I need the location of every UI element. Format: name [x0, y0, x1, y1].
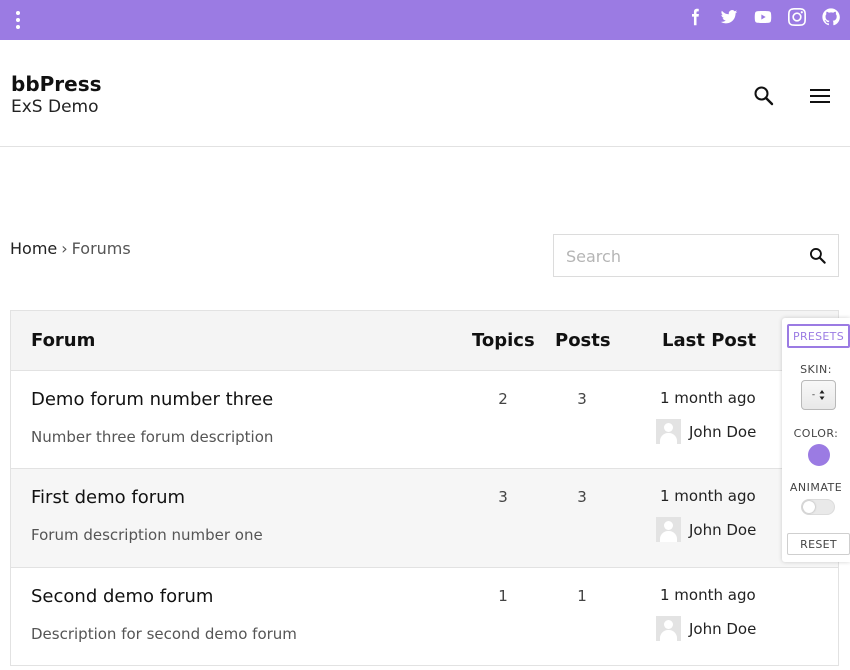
forum-description: Forum description number one [31, 526, 263, 544]
youtube-icon[interactable] [754, 8, 772, 26]
author-name[interactable]: John Doe [689, 620, 756, 638]
topic-count: 2 [498, 390, 508, 408]
site-description: ExS Demo [11, 97, 99, 117]
animate-label: ANIMATE [789, 481, 843, 494]
avatar[interactable] [656, 419, 681, 444]
theme-customizer-panel: PRESETS SKIN: - COLOR: ANIMATE RESET [782, 318, 850, 562]
avatar[interactable] [656, 517, 681, 542]
breadcrumb-current: Forums [71, 239, 131, 258]
color-swatch[interactable] [808, 444, 830, 466]
vertical-dots-icon[interactable] [8, 7, 28, 33]
avatar[interactable] [656, 616, 681, 641]
forum-search-box [553, 234, 839, 277]
forum-title-link[interactable]: First demo forum [31, 487, 185, 508]
top-bar [0, 0, 850, 40]
site-title[interactable]: bbPress [11, 72, 102, 96]
last-post-time-link[interactable]: 1 month ago [660, 586, 756, 604]
table-row: Second demo forum Description for second… [11, 568, 838, 667]
social-links [686, 8, 840, 26]
github-icon[interactable] [822, 8, 840, 26]
presets-button[interactable]: PRESETS [787, 324, 850, 348]
skin-value: - [811, 390, 816, 400]
forum-description: Description for second demo forum [31, 625, 297, 643]
last-post-time-link[interactable]: 1 month ago [660, 389, 756, 407]
topic-count: 3 [498, 488, 508, 506]
post-count: 3 [577, 488, 587, 506]
site-header: bbPress ExS Demo [0, 40, 850, 147]
breadcrumb-home-link[interactable]: Home [10, 239, 57, 258]
animate-toggle[interactable] [801, 499, 835, 515]
select-arrows-icon [819, 390, 825, 400]
instagram-icon[interactable] [788, 8, 806, 26]
color-label: COLOR: [793, 427, 839, 440]
last-post-author[interactable]: John Doe [656, 616, 756, 641]
reset-button[interactable]: RESET [787, 533, 850, 555]
table-header: Forum Topics Posts Last Post [11, 311, 838, 371]
search-submit-icon[interactable] [808, 246, 828, 266]
topic-count: 1 [498, 587, 508, 605]
breadcrumb: Home › Forums [10, 239, 131, 258]
header-posts: Posts [555, 330, 611, 351]
hamburger-menu-icon[interactable] [810, 84, 834, 108]
last-post-author[interactable]: John Doe [656, 419, 756, 444]
twitter-icon[interactable] [720, 8, 738, 26]
breadcrumb-separator: › [61, 239, 68, 258]
header-forum: Forum [31, 330, 96, 351]
author-name[interactable]: John Doe [689, 521, 756, 539]
last-post-author[interactable]: John Doe [656, 517, 756, 542]
search-input[interactable] [566, 245, 796, 267]
forum-table: Forum Topics Posts Last Post Demo forum … [10, 310, 839, 666]
post-count: 3 [577, 390, 587, 408]
post-count: 1 [577, 587, 587, 605]
search-icon[interactable] [752, 84, 776, 108]
header-topics: Topics [472, 330, 535, 351]
table-row: First demo forum Forum description numbe… [11, 469, 838, 568]
header-last-post: Last Post [662, 330, 757, 351]
facebook-icon[interactable] [686, 8, 704, 26]
table-row: Demo forum number three Number three for… [11, 371, 838, 469]
skin-label: SKIN: [800, 363, 832, 376]
forum-title-link[interactable]: Second demo forum [31, 586, 213, 607]
skin-select[interactable]: - [801, 380, 836, 410]
forum-description: Number three forum description [31, 428, 274, 446]
author-name[interactable]: John Doe [689, 423, 756, 441]
forum-title-link[interactable]: Demo forum number three [31, 389, 273, 410]
last-post-time-link[interactable]: 1 month ago [660, 487, 756, 505]
